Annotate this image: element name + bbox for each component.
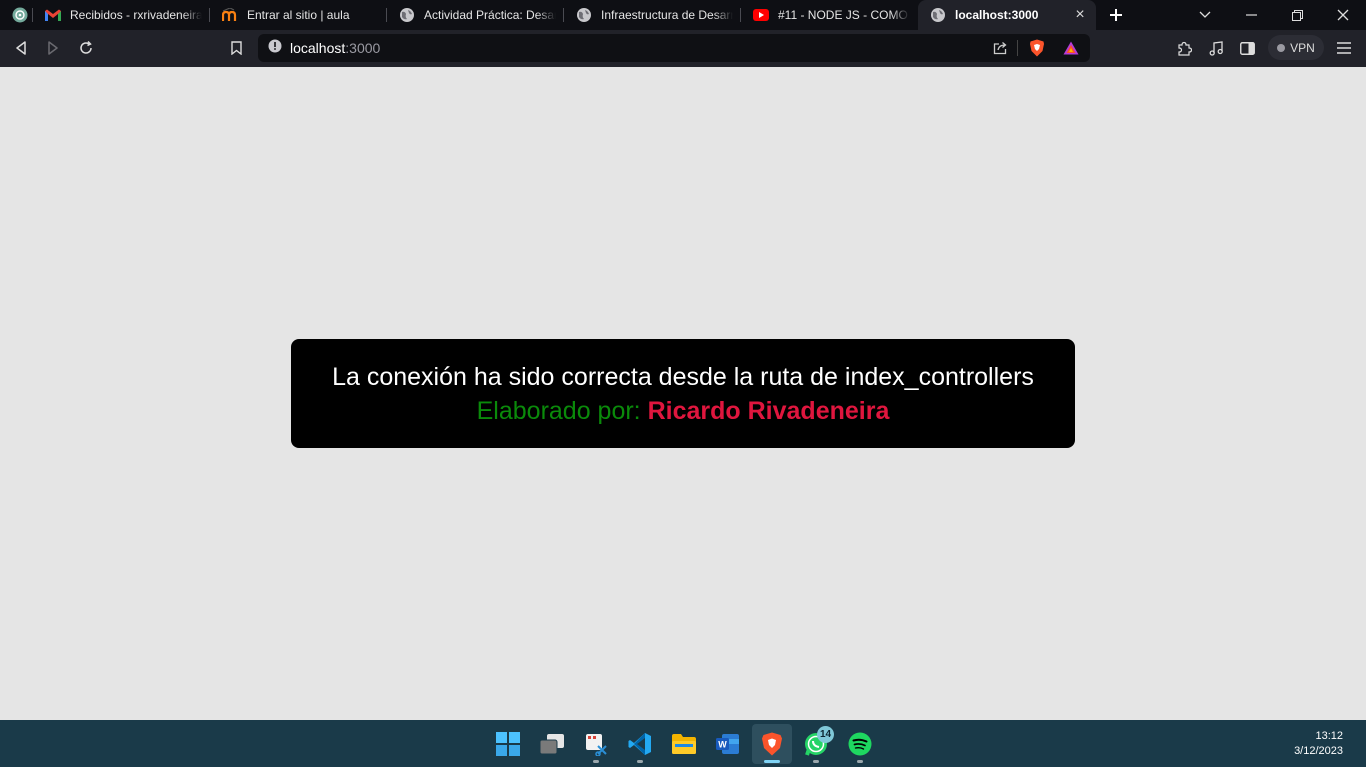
brave-icon [762, 732, 782, 756]
forward-arrow-icon [48, 41, 58, 55]
hamburger-menu-icon [1337, 42, 1351, 54]
vpn-button[interactable]: VPN [1268, 35, 1324, 60]
plus-icon [1110, 9, 1122, 21]
restore-icon [1291, 9, 1303, 21]
close-window-button[interactable] [1320, 0, 1366, 30]
tab-title: Actividad Práctica: Desarrollo [424, 8, 556, 22]
tab-title: #11 - NODE JS - COMO USAR [778, 8, 910, 22]
svg-text:W: W [718, 740, 727, 750]
url-text: localhost:3000 [290, 40, 381, 56]
youtube-icon [753, 7, 769, 23]
minimize-button[interactable] [1228, 0, 1274, 30]
folder-icon [672, 734, 696, 754]
notification-badge: 14 [817, 726, 834, 743]
tab-strip: Recibidos - rxrivadeneira1@ Entrar al si… [0, 0, 1366, 30]
tab-title: Infraestructura de Desarrollo [601, 8, 733, 22]
tab-infraestructura[interactable]: Infraestructura de Desarrollo [564, 0, 741, 30]
vscode-button[interactable] [620, 724, 660, 764]
vscode-icon [628, 733, 651, 755]
menu-button[interactable] [1328, 32, 1360, 64]
back-button[interactable] [5, 32, 37, 64]
clock-date: 3/12/2023 [1294, 745, 1343, 757]
tab-actividad[interactable]: Actividad Práctica: Desarrollo [387, 0, 564, 30]
taskbar: W 14 13:12 3/12/2023 [0, 720, 1366, 767]
word-icon: W [716, 734, 739, 754]
forward-button[interactable] [37, 32, 69, 64]
extensions-button[interactable] [1168, 32, 1200, 64]
clock-time: 13:12 [1315, 730, 1343, 742]
spotify-button[interactable] [840, 724, 880, 764]
tab-title: Recibidos - rxrivadeneira1@ [70, 8, 202, 22]
reload-button[interactable] [70, 32, 102, 64]
brave-shields-icon[interactable] [1022, 32, 1052, 64]
brave-taskbar-button[interactable] [752, 724, 792, 764]
whatsapp-button[interactable]: 14 [796, 724, 836, 764]
close-icon[interactable]: × [1072, 7, 1088, 23]
task-view-button[interactable] [532, 724, 572, 764]
credit-prefix: Elaborado por: [476, 397, 641, 425]
bookmark-icon [230, 41, 242, 55]
credit-author: Ricardo Rivadeneira [647, 397, 890, 425]
tab-search-button[interactable] [1182, 0, 1228, 30]
close-icon [1337, 9, 1349, 21]
globe-icon [930, 7, 946, 23]
file-explorer-button[interactable] [664, 724, 704, 764]
gmail-icon [45, 7, 61, 23]
chevron-down-icon [1199, 11, 1211, 18]
brave-rewards-icon[interactable] [1056, 32, 1086, 64]
address-bar[interactable]: localhost:3000 [258, 34, 1090, 62]
back-arrow-icon [16, 41, 26, 55]
spotify-icon [848, 732, 872, 756]
vpn-status-icon [1277, 43, 1286, 52]
sidebar-button[interactable] [1231, 32, 1263, 64]
word-button[interactable]: W [708, 724, 748, 764]
puzzle-icon [1177, 41, 1192, 56]
browser-toolbar: localhost:3000 VPN [0, 30, 1366, 67]
connection-message: La conexión ha sido correcta desde la ru… [332, 363, 1034, 391]
system-clock[interactable]: 13:12 3/12/2023 [1294, 729, 1343, 759]
bookmark-button[interactable] [220, 32, 252, 64]
start-button[interactable] [488, 724, 528, 764]
music-note-icon [1209, 40, 1223, 56]
share-icon[interactable] [987, 32, 1013, 64]
media-button[interactable] [1200, 32, 1232, 64]
window-controls [1182, 0, 1366, 30]
tab-localhost[interactable]: localhost:3000 × [918, 0, 1096, 30]
site-info-icon[interactable] [268, 39, 282, 58]
tab-moodle[interactable]: Entrar al sitio | aula [210, 0, 387, 30]
reload-icon [80, 41, 92, 54]
sidebar-icon [1239, 41, 1255, 55]
tab-gmail[interactable]: Recibidos - rxrivadeneira1@ [33, 0, 210, 30]
tab-title: localhost:3000 [955, 8, 1039, 22]
chatgpt-icon [12, 7, 28, 23]
tab-title: Entrar al sitio | aula [247, 8, 350, 22]
snipping-tool-button[interactable] [576, 724, 616, 764]
message-box: La conexión ha sido correcta desde la ru… [291, 339, 1075, 448]
new-tab-button[interactable] [1096, 0, 1136, 30]
page-content: La conexión ha sido correcta desde la ru… [0, 67, 1366, 720]
vpn-label: VPN [1290, 40, 1315, 55]
globe-icon [399, 7, 415, 23]
windows-icon [496, 732, 520, 756]
moodle-icon [222, 7, 238, 23]
task-view-icon [539, 734, 564, 755]
minimize-icon [1245, 14, 1257, 16]
credit-line: Elaborado por: Ricardo Rivadeneira [291, 394, 1075, 428]
globe-icon [576, 7, 592, 23]
restore-button[interactable] [1274, 0, 1320, 30]
tab-youtube[interactable]: #11 - NODE JS - COMO USAR [741, 0, 918, 30]
tab-chatgpt[interactable] [0, 0, 33, 30]
snipping-tool-icon [586, 734, 607, 756]
